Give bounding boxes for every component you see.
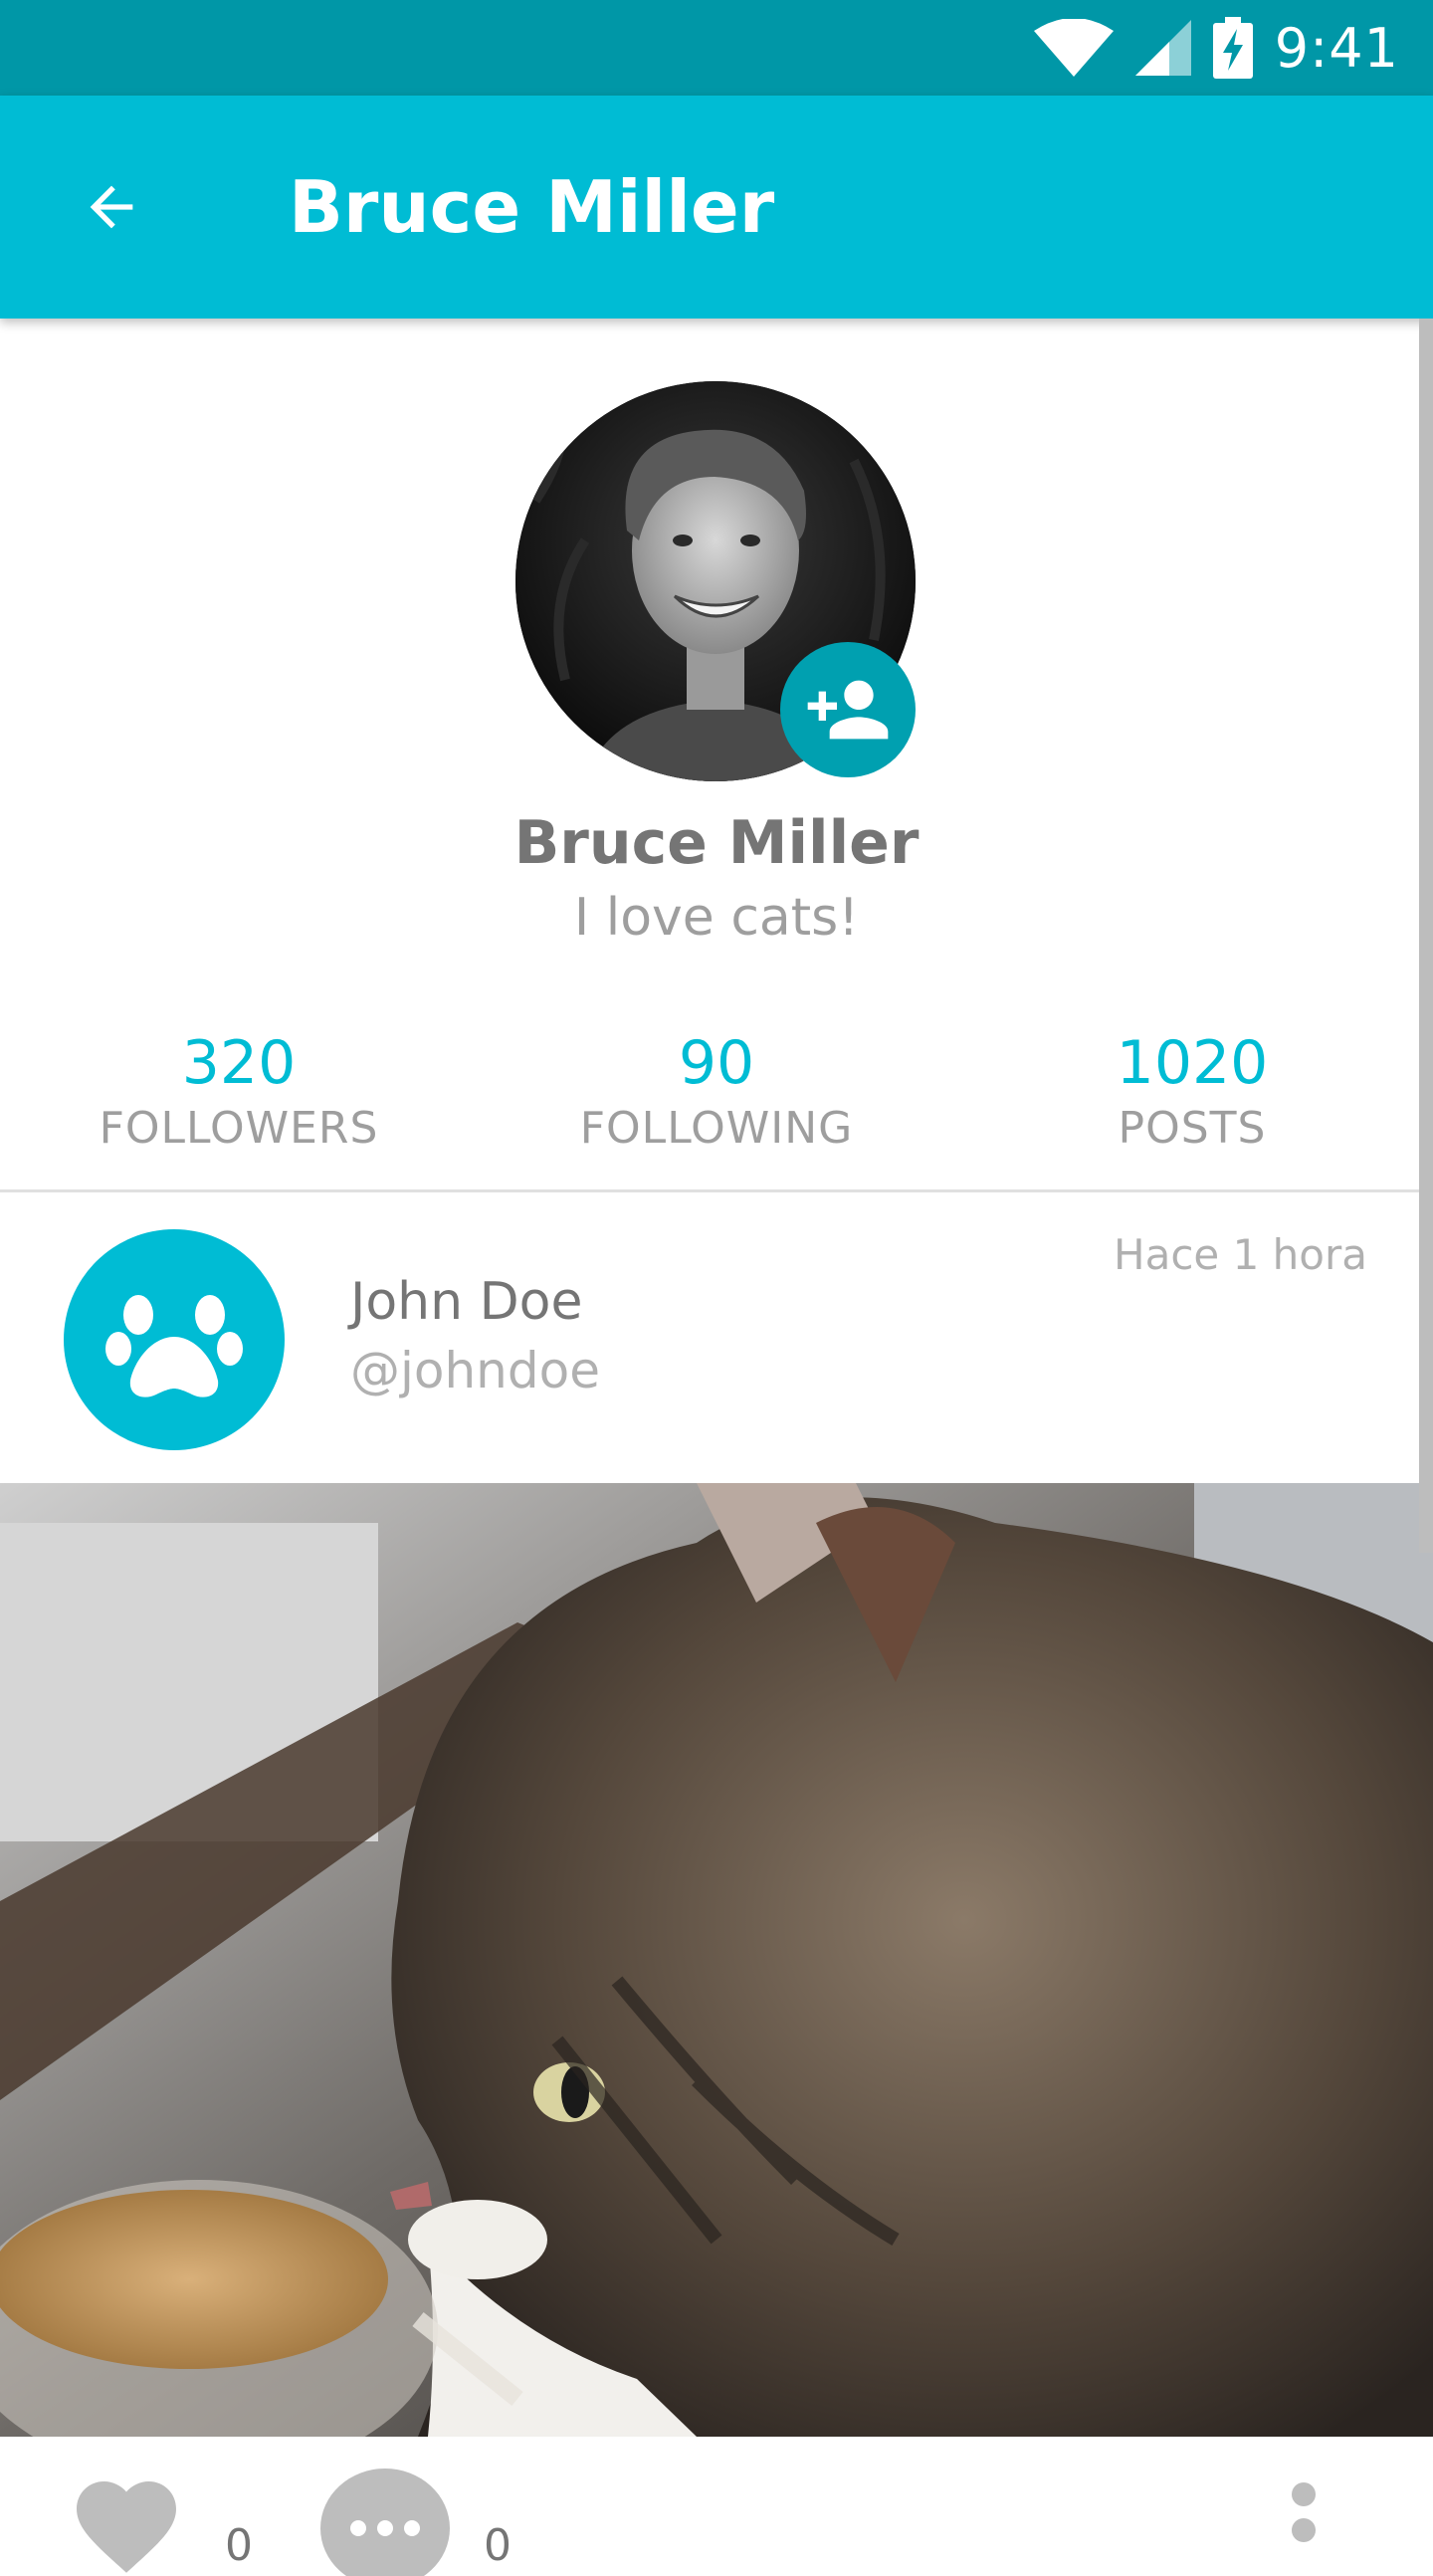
wifi-icon — [1033, 19, 1114, 77]
heart-icon — [77, 2481, 176, 2573]
post-author-name[interactable]: John Doe — [350, 1272, 582, 1332]
stat-label: POSTS — [1118, 1103, 1267, 1154]
stat-value: 320 — [181, 1028, 297, 1098]
stat-value: 90 — [678, 1028, 755, 1098]
like-button[interactable]: 0 — [62, 2467, 253, 2576]
post-timestamp: Hace 1 hora — [1114, 1230, 1367, 1279]
add-friend-button[interactable] — [780, 642, 916, 777]
battery-charging-icon — [1212, 17, 1253, 79]
person-add-icon — [807, 680, 889, 740]
stat-following[interactable]: 90 FOLLOWING — [478, 1025, 955, 1157]
profile-bio: I love cats! — [573, 888, 860, 948]
post-author-avatar[interactable] — [64, 1229, 285, 1450]
post-author-handle[interactable]: @johndoe — [350, 1342, 600, 1399]
stat-posts[interactable]: 1020 POSTS — [953, 1025, 1431, 1157]
status-time: 9:41 — [1274, 16, 1399, 80]
more-options-button[interactable] — [1274, 2478, 1333, 2558]
divider — [0, 1189, 1419, 1192]
status-bar: 9:41 — [0, 0, 1433, 96]
app-bar: Bruce Miller — [0, 96, 1433, 319]
arrow-back-icon — [90, 185, 133, 229]
app-bar-title: Bruce Miller — [289, 165, 775, 249]
comment-icon — [320, 2469, 450, 2576]
comment-button[interactable]: 0 — [320, 2467, 512, 2576]
back-button[interactable] — [56, 151, 167, 263]
stat-label: FOLLOWERS — [99, 1103, 379, 1154]
stat-label: FOLLOWING — [579, 1103, 854, 1154]
like-count: 0 — [225, 2520, 253, 2571]
paw-icon — [105, 1295, 243, 1397]
post-image[interactable] — [0, 1483, 1433, 2437]
profile-name: Bruce Miller — [513, 808, 920, 878]
profile-avatar-container — [515, 381, 916, 781]
comment-count: 0 — [484, 2520, 512, 2571]
stat-followers[interactable]: 320 FOLLOWERS — [0, 1025, 478, 1157]
more-vert-icon — [1292, 2482, 1316, 2542]
status-icons: 9:41 — [1033, 0, 1399, 96]
stat-value: 1020 — [1116, 1028, 1269, 1098]
cat-photo — [0, 1483, 1433, 2437]
cell-signal-icon — [1134, 20, 1191, 76]
scrollbar[interactable] — [1419, 319, 1433, 1553]
